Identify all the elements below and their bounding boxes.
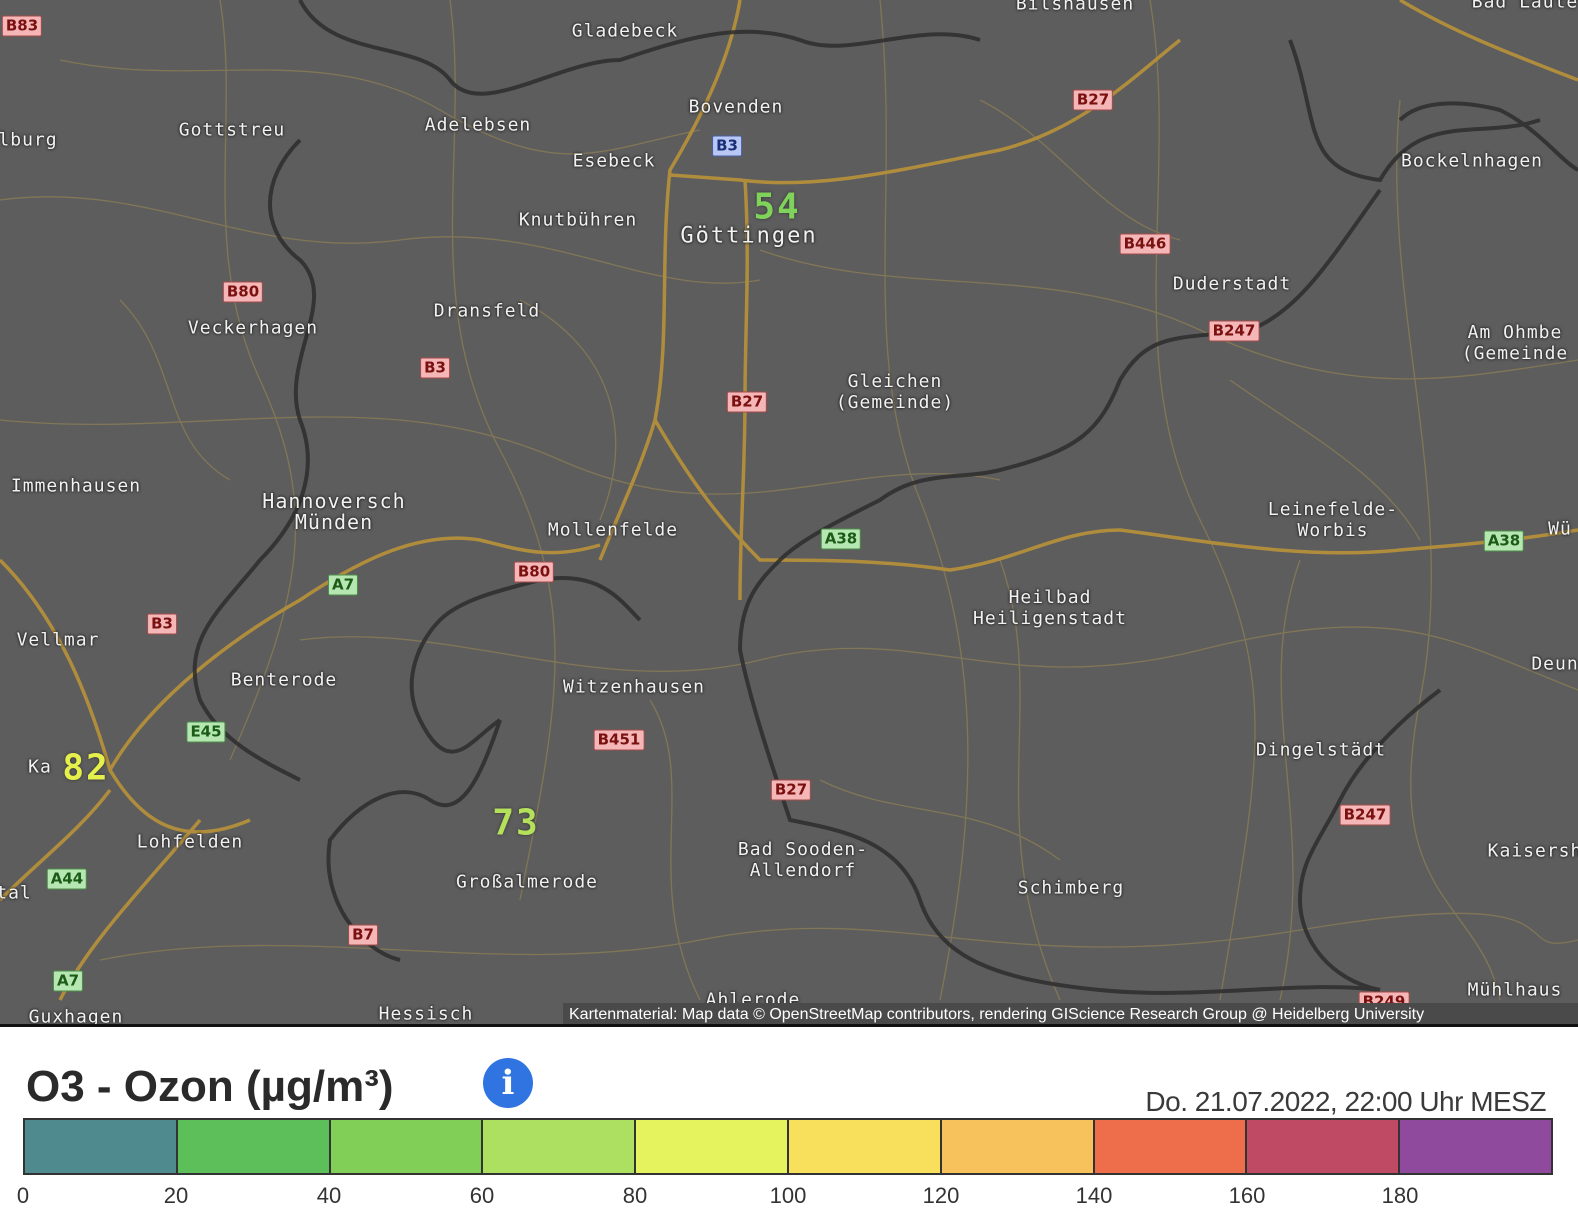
color-scale-segment: [788, 1120, 942, 1173]
road-shield-a7: A7: [327, 574, 359, 596]
map-view[interactable]: Gladebeck Bilshausen Bad Laute Bovenden …: [0, 0, 1578, 1026]
color-scale-segment: [330, 1120, 484, 1173]
place-bad-lauter: Bad Laute: [1471, 0, 1578, 13]
place-schimberg: Schimberg: [1017, 877, 1125, 899]
color-scale: [23, 1118, 1553, 1175]
place-tal: tal: [0, 882, 32, 904]
place-wue: Wü: [1548, 518, 1572, 540]
road-shield-b3: B3: [712, 135, 742, 157]
place-duderstadt: Duderstadt: [1172, 273, 1292, 295]
color-scale-tick-label: 160: [1228, 1183, 1266, 1208]
place-hann-muenden: Hannoversch Münden: [262, 489, 406, 534]
road-shield-a38: A38: [820, 528, 862, 550]
map-bottom-border: [0, 1024, 1578, 1027]
road-shield-b7: B7: [348, 924, 378, 946]
place-burg: lburg: [0, 129, 58, 151]
place-deun: Deun: [1531, 653, 1578, 675]
road-shield-b27: B27: [726, 391, 768, 413]
color-scale-tick-label: 0: [16, 1183, 30, 1208]
road-shield-b80: B80: [513, 561, 555, 583]
place-kassel: Ka: [28, 756, 52, 778]
road-shield-b27: B27: [770, 779, 812, 801]
road-shield-b446: B446: [1119, 233, 1171, 255]
place-bad-sooden: Bad Sooden- Allendorf: [737, 839, 869, 881]
ozone-value-kassel[interactable]: 82: [62, 748, 109, 789]
ozone-value-grossalmerode[interactable]: 73: [492, 803, 539, 844]
road-shield-b3: B3: [420, 357, 450, 379]
road-shield-b3: B3: [147, 613, 177, 635]
color-scale-segment: [177, 1120, 331, 1173]
place-grossalmerode: Großalmerode: [455, 871, 599, 893]
info-icon[interactable]: i: [483, 1058, 533, 1108]
place-adelebsen: Adelebsen: [424, 114, 532, 136]
road-shield-b247: B247: [1208, 320, 1260, 342]
map-attribution: Kartenmaterial: Map data © OpenStreetMap…: [563, 1003, 1578, 1026]
color-scale-tick-label: 120: [922, 1183, 960, 1208]
place-gladebeck: Gladebeck: [571, 20, 679, 42]
road-shield-e45: E45: [186, 721, 226, 743]
color-scale-tick-label: 20: [163, 1183, 189, 1208]
place-vellmar: Vellmar: [16, 629, 100, 651]
road-shield-b451: B451: [593, 729, 645, 751]
road-shield-b83: B83: [1, 15, 43, 37]
place-lohfelden: Lohfelden: [136, 831, 244, 853]
road-shield-b80: B80: [222, 281, 264, 303]
place-immenhausen: Immenhausen: [10, 475, 142, 497]
color-scale-segment: [25, 1120, 178, 1173]
place-am-ohmberg: Am Ohmbe (Gemeinde: [1461, 322, 1569, 364]
place-esebeck: Esebeck: [572, 150, 656, 172]
place-veckerhagen: Veckerhagen: [187, 317, 319, 339]
color-scale-tick-label: 140: [1075, 1183, 1113, 1208]
place-bovenden: Bovenden: [688, 96, 784, 118]
place-mollenfelde: Mollenfelde: [547, 519, 679, 541]
color-scale-tick-label: 60: [469, 1183, 495, 1208]
color-scale-segment: [1247, 1120, 1401, 1173]
color-scale-segment: [483, 1120, 637, 1173]
place-muehlhausen: Mühlhaus: [1467, 979, 1563, 1001]
color-scale-ticks: 0 20 40 60 80 100 120 140 160 180: [17, 1185, 1553, 1207]
place-benterode: Benterode: [230, 669, 338, 691]
timestamp: Do. 21.07.2022, 22:00 Uhr MESZ: [1145, 1086, 1546, 1117]
road-shield-a7: A7: [52, 970, 84, 992]
place-knutbuehren: Knutbühren: [518, 209, 638, 231]
road-shield-a44: A44: [46, 868, 88, 890]
place-gleichen: Gleichen (Gemeinde): [835, 371, 955, 413]
legend-title: O3 - Ozon (µg/m³): [26, 1062, 394, 1111]
color-scale-tick-label: 100: [769, 1183, 807, 1208]
color-scale-tick-label: 80: [622, 1183, 648, 1208]
place-gottstreu: Gottstreu: [178, 119, 286, 141]
color-scale-segment: [1094, 1120, 1248, 1173]
place-leinefelde: Leinefelde- Worbis: [1267, 499, 1399, 541]
place-kaisers: Kaisersh: [1487, 840, 1578, 862]
place-hessisch: Hessisch: [378, 1003, 474, 1025]
place-dransfeld: Dransfeld: [433, 300, 541, 322]
place-witzenhausen: Witzenhausen: [562, 676, 706, 698]
place-goettingen: Göttingen: [680, 223, 818, 249]
place-dingelstaedt: Dingelstädt: [1255, 739, 1387, 761]
place-heilbad: Heilbad Heiligenstadt: [973, 587, 1127, 629]
color-scale-segment: [941, 1120, 1095, 1173]
color-scale-segment: [636, 1120, 789, 1173]
ozone-value-goettingen[interactable]: 54: [753, 187, 800, 228]
color-scale-segment: [1400, 1120, 1551, 1173]
place-bockelnhagen: Bockelnhagen: [1400, 150, 1544, 172]
road-shield-b27: B27: [1072, 89, 1114, 111]
road-shield-b247: B247: [1339, 804, 1391, 826]
color-scale-tick-label: 180: [1381, 1183, 1419, 1208]
place-bilshausen: Bilshausen: [1015, 0, 1135, 15]
color-scale-tick-label: 40: [316, 1183, 342, 1208]
road-shield-a38: A38: [1483, 530, 1525, 552]
